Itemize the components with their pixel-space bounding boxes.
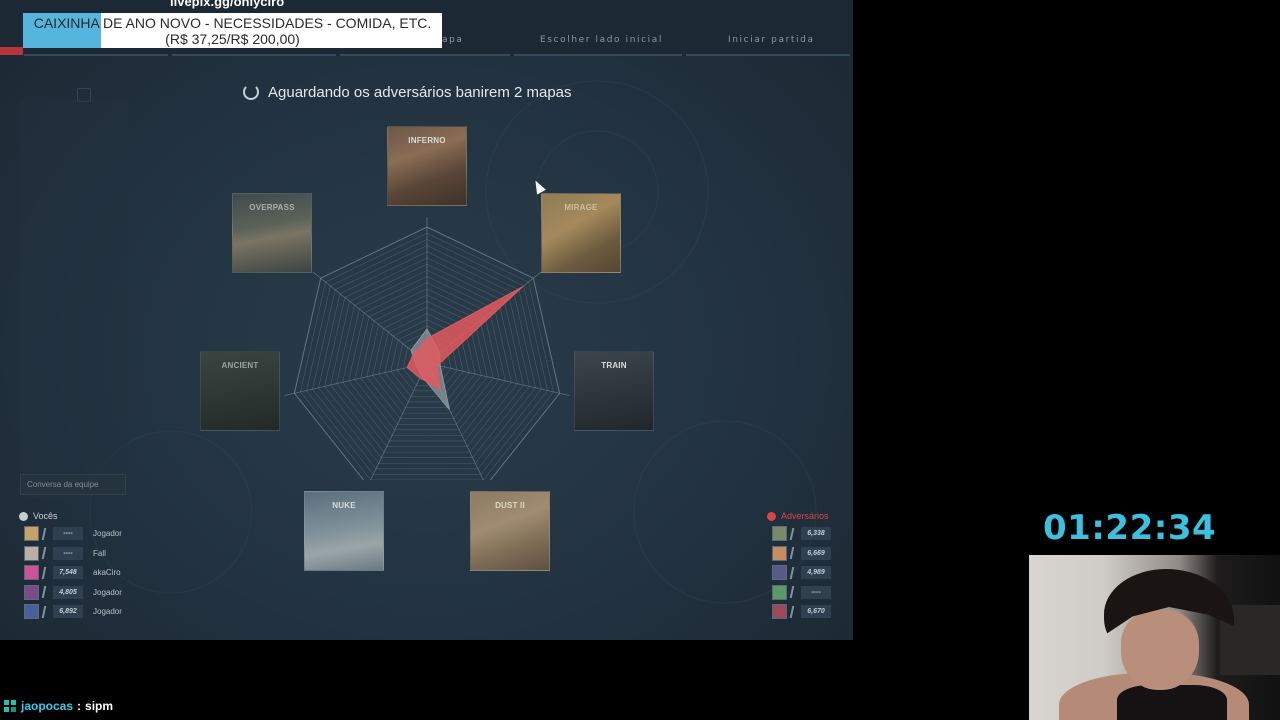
rank-stripe-icon <box>41 566 53 579</box>
rank-stripe-icon <box>41 586 53 598</box>
map-name: MIRAGE <box>564 203 598 212</box>
player-avatar <box>24 584 39 600</box>
stream-frame: apa Escolher lado inicial Iniciar partid… <box>0 0 1280 720</box>
player-name: Jogador <box>93 607 122 616</box>
enemy-player-row[interactable]: ---- <box>772 584 831 600</box>
team-chat-input[interactable]: Conversa da equipe <box>20 474 126 495</box>
player-avatar <box>772 526 787 541</box>
rank-stripe-icon <box>41 605 53 618</box>
active-step-marker <box>0 47 23 55</box>
cs2-map-veto-screen: apa Escolher lado inicial Iniciar partid… <box>0 0 853 640</box>
premier-rating: ---- <box>801 585 831 599</box>
chat-message: jaopocas : sipm <box>4 699 113 713</box>
player-avatar <box>772 565 787 580</box>
player-avatar <box>772 545 787 561</box>
map-card-nuke[interactable]: NUKE <box>304 491 384 571</box>
map-card-ancient[interactable]: ANCIENT <box>200 351 280 431</box>
team-player-row[interactable]: ---- Fall <box>24 545 106 561</box>
enemy-player-row[interactable]: 6,669 <box>772 545 831 561</box>
rank-stripe-icon <box>41 527 53 540</box>
step-ban-maps: apa <box>442 35 464 45</box>
chat-platform-icon <box>4 699 17 713</box>
rank-stripe-icon <box>789 527 801 540</box>
step-progress-line <box>686 54 850 56</box>
team-label: Vocês <box>33 511 58 521</box>
chat-separator: : <box>77 699 82 713</box>
team-header: Vocês <box>19 511 58 521</box>
rank-stripe-icon <box>789 586 801 598</box>
chat-text: sipm <box>85 699 114 713</box>
premier-rating: ---- <box>53 546 83 560</box>
premier-rating: 6,892 <box>53 605 83 618</box>
map-name: DUST II <box>495 501 525 510</box>
rank-stripe-icon <box>789 605 801 618</box>
team-dot-icon <box>19 511 28 521</box>
map-card-dust2[interactable]: DUST II <box>470 491 550 571</box>
loading-spinner-icon <box>243 84 259 100</box>
step-start-match: Iniciar partida <box>728 35 815 45</box>
donation-goal-widget: CAIXINHA DE ANO NOVO - NECESSIDADES - CO… <box>23 13 442 48</box>
enemy-player-row[interactable]: 6,338 <box>772 526 831 541</box>
map-card-inferno[interactable]: INFERNO <box>387 126 467 206</box>
step-progress-line <box>24 54 168 56</box>
player-avatar <box>772 604 787 619</box>
webcam-streamer-face <box>1121 610 1199 690</box>
map-card-mirage[interactable]: MIRAGE <box>541 193 621 273</box>
team-player-row[interactable]: 6,892 Jogador <box>24 604 122 619</box>
rank-stripe-icon <box>789 566 801 579</box>
player-name: Jogador <box>93 529 122 538</box>
premier-rating: 4,989 <box>801 566 831 579</box>
player-avatar <box>24 565 39 580</box>
player-name: Jogador <box>93 587 122 597</box>
goal-amount: (R$ 37,25/R$ 200,00) <box>165 31 300 47</box>
webcam-feed <box>1029 555 1280 720</box>
player-name: akaCiro <box>93 568 121 577</box>
enemy-dot-icon <box>767 511 776 521</box>
map-card-train[interactable]: TRAIN <box>574 351 654 431</box>
team-chat-panel <box>20 100 128 498</box>
team-player-row[interactable]: ---- Jogador <box>24 526 122 541</box>
rank-stripe-icon <box>789 547 801 559</box>
player-avatar <box>772 584 787 600</box>
player-avatar <box>24 526 39 541</box>
rank-stripe-icon <box>41 547 53 559</box>
enemy-label: Adversários <box>781 511 829 521</box>
premier-rating: 4,805 <box>53 585 83 599</box>
step-progress-line <box>172 54 336 56</box>
webcam-streamer-shirt <box>1117 685 1227 720</box>
veto-status-text: Aguardando os adversários banirem 2 mapa… <box>268 83 572 101</box>
team-player-row[interactable]: 4,805 Jogador <box>24 584 122 600</box>
stream-timer: 01:22:34 <box>1043 508 1217 548</box>
player-avatar <box>24 604 39 619</box>
map-name: ANCIENT <box>221 361 259 370</box>
step-progress-line <box>340 54 510 56</box>
team-player-row[interactable]: 7,548 akaCiro <box>24 565 121 580</box>
livepix-url: livepix.gg/onlyciro <box>170 0 285 9</box>
player-avatar <box>24 545 39 561</box>
premier-rating: 6,669 <box>801 546 831 560</box>
enemy-header: Adversários <box>767 511 829 521</box>
player-name: Fall <box>93 548 106 558</box>
chat-username: jaopocas <box>21 699 74 713</box>
enemy-player-row[interactable]: 6,670 <box>772 604 831 619</box>
veto-status: Aguardando os adversários banirem 2 mapa… <box>243 82 572 102</box>
map-name: OVERPASS <box>249 203 295 212</box>
map-name: INFERNO <box>408 136 446 145</box>
donation-goal-text: CAIXINHA DE ANO NOVO - NECESSIDADES - CO… <box>23 15 442 47</box>
premier-rating: ---- <box>53 527 83 540</box>
step-progress-line <box>514 54 682 56</box>
map-card-overpass[interactable]: OVERPASS <box>232 193 312 273</box>
map-name: NUKE <box>332 501 356 510</box>
premier-rating: 6,670 <box>801 605 831 618</box>
premier-rating: 7,548 <box>53 566 83 579</box>
step-choose-side: Escolher lado inicial <box>540 35 663 45</box>
goal-title: CAIXINHA DE ANO NOVO - NECESSIDADES - CO… <box>33 15 432 31</box>
enemy-player-row[interactable]: 4,989 <box>772 565 831 580</box>
premier-rating: 6,338 <box>801 527 831 540</box>
map-name: TRAIN <box>601 361 627 370</box>
